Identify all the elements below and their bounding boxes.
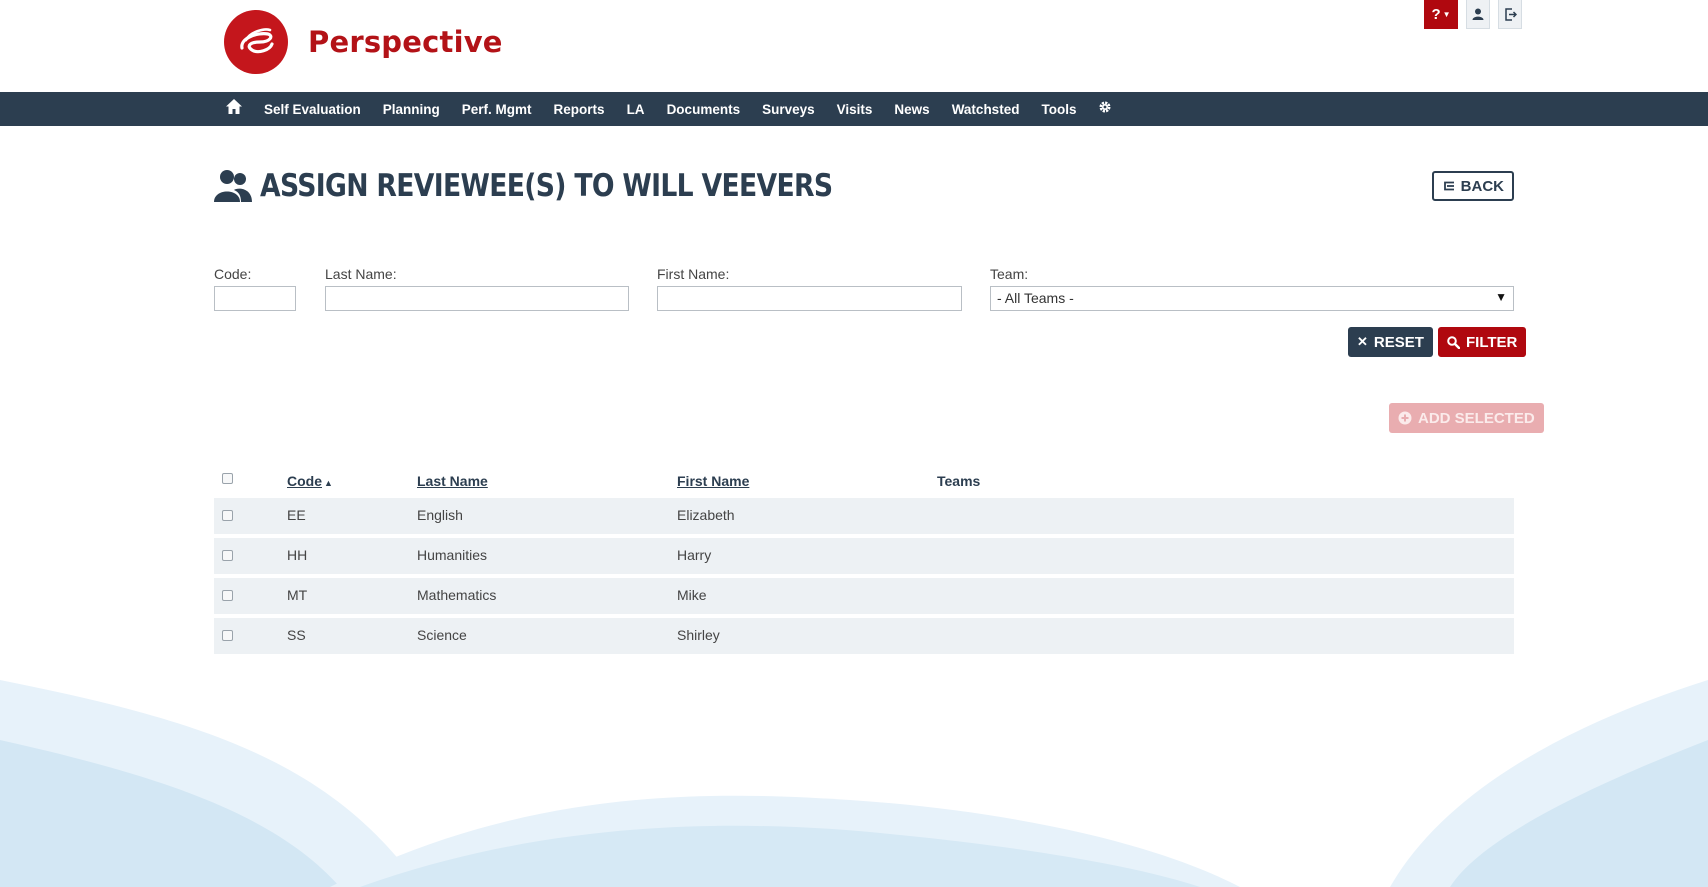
- cell-last-name: Mathematics: [417, 587, 497, 603]
- team-selected-value: - All Teams -: [997, 290, 1074, 306]
- last-name-field-group: Last Name:: [325, 266, 629, 311]
- first-name-field-group: First Name:: [657, 266, 962, 311]
- users-icon: [214, 170, 252, 202]
- user-icon: [1472, 8, 1484, 20]
- last-name-input[interactable]: [325, 286, 629, 311]
- cell-code: SS: [287, 627, 306, 643]
- first-name-label: First Name:: [657, 266, 730, 282]
- column-header-teams: Teams: [937, 473, 981, 489]
- row-checkbox[interactable]: [222, 630, 233, 641]
- background-waves: [0, 680, 1708, 887]
- team-select[interactable]: - All Teams - ▼: [990, 286, 1514, 311]
- chevron-down-icon: ▼: [1442, 9, 1451, 19]
- home-icon[interactable]: [226, 99, 242, 119]
- team-label: Team:: [990, 266, 1029, 282]
- last-name-label: Last Name:: [325, 266, 397, 282]
- chevron-down-icon: ▼: [1495, 290, 1507, 304]
- logout-icon: [1504, 7, 1517, 21]
- nav-visits[interactable]: Visits: [837, 102, 873, 117]
- back-button[interactable]: BACK: [1431, 171, 1514, 201]
- close-icon: ✕: [1357, 334, 1368, 349]
- cell-first-name: Shirley: [677, 627, 720, 643]
- code-label: Code:: [214, 266, 252, 282]
- help-menu-button[interactable]: ? ▼: [1424, 0, 1458, 29]
- nav-perf-mgmt[interactable]: Perf. Mgmt: [462, 102, 532, 117]
- nav-surveys[interactable]: Surveys: [762, 102, 815, 117]
- logo-icon: [224, 10, 288, 74]
- nav-self-evaluation[interactable]: Self Evaluation: [264, 102, 361, 117]
- page-title: ASSIGN REVIEWEE(S) TO WILL VEEVERS: [260, 168, 833, 204]
- cell-last-name: Humanities: [417, 547, 488, 563]
- main-nav: Self Evaluation Planning Perf. Mgmt Repo…: [0, 92, 1708, 126]
- nav-news[interactable]: News: [894, 102, 929, 117]
- page-title-row: ASSIGN REVIEWEE(S) TO WILL VEEVERS BACK: [214, 164, 1514, 208]
- column-header-last-name[interactable]: Last Name: [417, 473, 488, 489]
- row-checkbox[interactable]: [222, 550, 233, 561]
- nav-documents[interactable]: Documents: [667, 102, 741, 117]
- cell-first-name: Harry: [677, 547, 712, 563]
- table-row: EE English Elizabeth: [214, 498, 1514, 534]
- cell-code: HH: [287, 547, 308, 563]
- cell-first-name: Elizabeth: [677, 507, 735, 523]
- nav-la[interactable]: LA: [627, 102, 645, 117]
- filter-label: FILTER: [1466, 333, 1518, 351]
- reviewee-table: Code ▲ Last Name First Name Teams EE Engl…: [214, 464, 1514, 658]
- column-header-code-label: Code: [287, 473, 322, 489]
- cell-code: EE: [287, 507, 306, 523]
- select-all-checkbox[interactable]: [222, 473, 233, 484]
- reset-label: RESET: [1373, 333, 1424, 351]
- table-row: SS Science Shirley: [214, 618, 1514, 654]
- gear-icon[interactable]: [1098, 100, 1112, 119]
- table-row: HH Humanities Harry: [214, 538, 1514, 574]
- code-field-group: Code:: [214, 266, 296, 311]
- row-checkbox[interactable]: [222, 590, 233, 601]
- brand-logo[interactable]: Perspective: [224, 10, 503, 74]
- user-profile-button[interactable]: [1466, 0, 1490, 29]
- search-icon: [1447, 335, 1460, 349]
- cell-code: MT: [287, 587, 308, 603]
- column-header-code[interactable]: Code ▲: [287, 473, 333, 489]
- filter-form: Code: Last Name: First Name: Team: - All…: [214, 266, 1514, 326]
- table-header: Code ▲ Last Name First Name Teams: [214, 464, 1514, 498]
- plus-circle-icon: [1398, 411, 1412, 425]
- row-checkbox[interactable]: [222, 510, 233, 521]
- nav-tools[interactable]: Tools: [1041, 102, 1076, 117]
- nav-watchsted[interactable]: Watchsted: [952, 102, 1020, 117]
- cell-first-name: Mike: [677, 587, 707, 603]
- top-right-toolbar: ? ▼: [1424, 0, 1522, 29]
- help-icon: ?: [1431, 5, 1441, 23]
- app-header: Perspective ? ▼: [0, 0, 1708, 92]
- reset-button[interactable]: ✕ RESET: [1348, 327, 1433, 357]
- add-selected-button[interactable]: ADD SELECTED: [1389, 403, 1544, 433]
- logout-button[interactable]: [1498, 0, 1522, 29]
- filter-button[interactable]: FILTER: [1438, 327, 1527, 357]
- cell-last-name: Science: [417, 627, 467, 643]
- code-input[interactable]: [214, 286, 296, 311]
- add-selected-label: ADD SELECTED: [1418, 409, 1535, 427]
- sort-ascending-icon: ▲: [324, 478, 333, 488]
- first-name-input[interactable]: [657, 286, 962, 311]
- back-arrow-icon: [1443, 181, 1454, 191]
- column-header-first-name[interactable]: First Name: [677, 473, 749, 489]
- nav-reports[interactable]: Reports: [554, 102, 605, 117]
- nav-planning[interactable]: Planning: [383, 102, 440, 117]
- team-field-group: Team: - All Teams - ▼: [990, 266, 1514, 311]
- brand-name: Perspective: [308, 25, 503, 59]
- cell-last-name: English: [417, 507, 463, 523]
- table-row: MT Mathematics Mike: [214, 578, 1514, 614]
- back-label: BACK: [1460, 177, 1504, 195]
